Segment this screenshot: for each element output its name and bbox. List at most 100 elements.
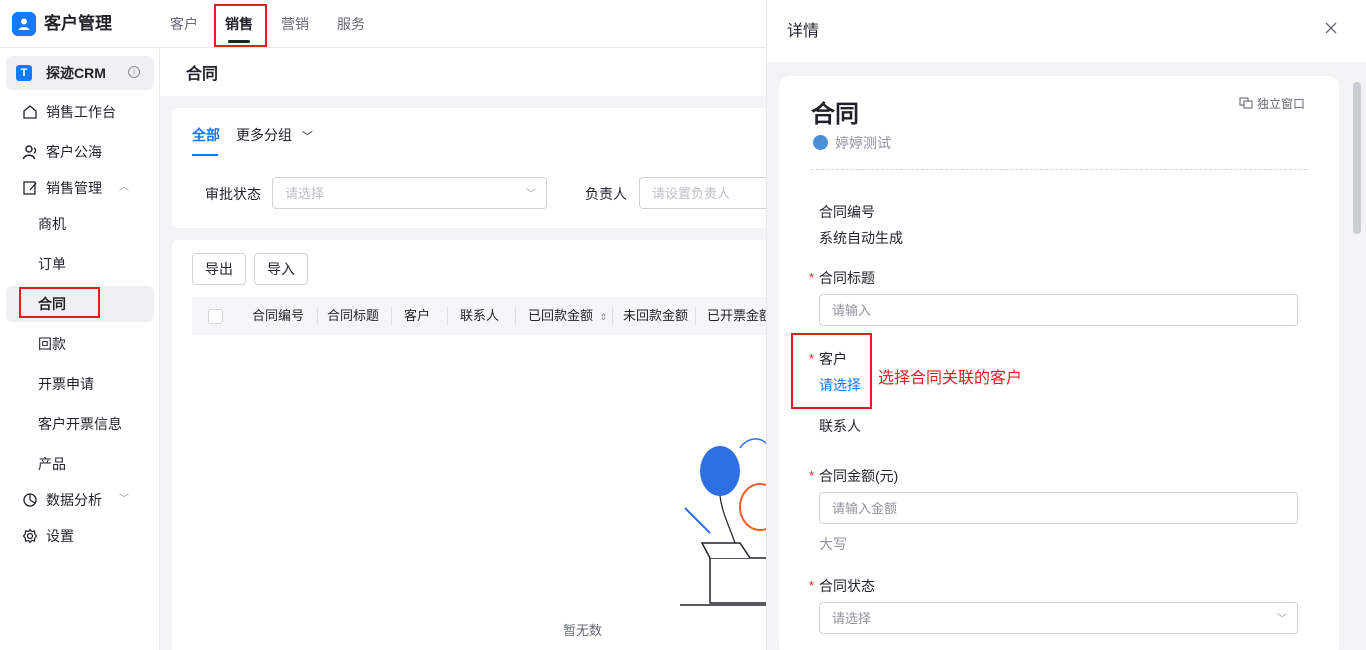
sort-icon[interactable]: ⇕ bbox=[600, 312, 608, 322]
drawer-scrollbar-thumb[interactable] bbox=[1353, 82, 1361, 234]
contract-status-label: 合同状态 bbox=[819, 578, 875, 594]
owner-avatar-icon bbox=[813, 135, 828, 150]
info-icon[interactable]: i bbox=[128, 66, 140, 78]
sidebar-item-customer-invoice-info[interactable]: 客户开票信息 bbox=[6, 406, 154, 442]
column-customer[interactable]: 客户 bbox=[404, 308, 430, 324]
column-divider bbox=[515, 307, 516, 325]
chevron-down-icon: ﹀ bbox=[119, 494, 129, 505]
sidebar-item-payments[interactable]: 回款 bbox=[6, 326, 154, 362]
highlight-box-contracts bbox=[19, 287, 100, 318]
owner-select[interactable]: 请设置负责人 bbox=[639, 177, 766, 209]
sidebar-item-invoice-request[interactable]: 开票申请 bbox=[6, 366, 154, 402]
sidebar-item-label: 开票申请 bbox=[38, 376, 94, 392]
drawer-header: 详情 bbox=[767, 0, 1366, 62]
approval-status-label: 审批状态 bbox=[205, 186, 261, 202]
export-button[interactable]: 导出 bbox=[192, 253, 246, 285]
approval-status-placeholder: 请选择 bbox=[285, 186, 325, 201]
sidebar-item-data-analysis[interactable]: 数据分析 ﹀ bbox=[0, 482, 160, 518]
record-type-title: 合同 bbox=[811, 101, 859, 128]
column-divider bbox=[695, 307, 696, 325]
page-title: 合同 bbox=[186, 66, 219, 83]
app-logo-icon bbox=[12, 12, 36, 36]
main-content: 合同 全部 更多分组 ﹀ 审批状态 请选择 ﹀ 负责人 请设置负责人 导出 导入… bbox=[160, 48, 766, 650]
user-icon bbox=[22, 145, 37, 160]
column-received-amount[interactable]: 已回款金额 ⇕ bbox=[528, 308, 607, 325]
detail-drawer: 详情 合同 婷婷测试 独立窗口 合同编号 系统自动生成 * 合同标题 请输入 *… bbox=[766, 0, 1366, 650]
contract-amount-placeholder: 请输入金额 bbox=[832, 501, 898, 516]
chart-icon bbox=[23, 493, 37, 507]
filter-panel: 全部 更多分组 ﹀ 审批状态 请选择 ﹀ 负责人 请设置负责人 bbox=[172, 108, 766, 228]
highlight-box-sales-tab bbox=[214, 4, 267, 47]
approval-status-select[interactable]: 请选择 ﹀ bbox=[272, 177, 547, 209]
column-contract-no[interactable]: 合同编号 bbox=[252, 308, 304, 324]
chevron-down-icon: ﹀ bbox=[1277, 614, 1287, 625]
contract-title-label: 合同标题 bbox=[819, 270, 875, 286]
sidebar-item-orders[interactable]: 订单 bbox=[6, 246, 154, 282]
sidebar-item-label: 订单 bbox=[38, 256, 66, 272]
tab-service[interactable]: 服务 bbox=[337, 14, 365, 34]
contract-title-input[interactable]: 请输入 bbox=[819, 294, 1298, 326]
column-contract-title[interactable]: 合同标题 bbox=[327, 308, 379, 324]
table-header: 合同编号 合同标题 客户 联系人 已回款金额 ⇕ 未回款金额 已开票金额 bbox=[192, 297, 766, 335]
contract-no-label: 合同编号 bbox=[819, 204, 875, 220]
contract-title-placeholder: 请输入 bbox=[832, 303, 872, 318]
chevron-up-icon: ︿ bbox=[119, 182, 129, 193]
column-label: 已回款金额 bbox=[528, 308, 594, 323]
column-divider bbox=[447, 307, 448, 325]
required-mark: * bbox=[809, 468, 815, 483]
column-invoiced-amount[interactable]: 已开票金额 bbox=[707, 308, 766, 324]
column-unreceived-amount[interactable]: 未回款金额 bbox=[623, 308, 688, 324]
sidebar-item-label: 销售管理 bbox=[46, 180, 102, 196]
sidebar-item-label: 销售工作台 bbox=[46, 104, 116, 120]
sidebar-item-label: 设置 bbox=[46, 528, 74, 544]
chevron-down-icon: ﹀ bbox=[301, 131, 313, 143]
highlight-box-customer-field bbox=[791, 333, 872, 409]
home-icon bbox=[23, 105, 37, 119]
contracts-table-panel: 导出 导入 合同编号 合同标题 客户 联系人 已回款金额 ⇕ 未回款金额 已开票… bbox=[172, 240, 766, 650]
sidebar-item-label: 产品 bbox=[38, 456, 66, 472]
sidebar-item-sales-management[interactable]: 销售管理 ︿ bbox=[0, 170, 160, 206]
header-divider bbox=[811, 169, 1307, 170]
required-mark: * bbox=[809, 578, 815, 593]
filter-tab-label: 更多分组 bbox=[236, 127, 292, 143]
close-icon[interactable] bbox=[1323, 20, 1339, 36]
page-header: 合同 bbox=[160, 48, 766, 96]
column-divider bbox=[391, 307, 392, 325]
sidebar: T 探迹CRM i 销售工作台 客户公海 销售管理 ︿ 商机 订单 合同 回款 … bbox=[0, 48, 160, 650]
owner-name: 婷婷测试 bbox=[835, 135, 891, 151]
sidebar-item-label: 回款 bbox=[38, 336, 66, 352]
owner-placeholder: 请设置负责人 bbox=[652, 186, 731, 201]
sidebar-item-label: 数据分析 bbox=[46, 492, 102, 508]
popout-window-button[interactable]: 独立窗口 bbox=[1257, 96, 1305, 112]
tab-marketing[interactable]: 营销 bbox=[281, 14, 309, 34]
contract-status-select[interactable]: 请选择 ﹀ bbox=[819, 602, 1298, 634]
filter-tab-more-groups[interactable]: 更多分组 ﹀ bbox=[236, 125, 313, 147]
empty-state-text: 暂无数 bbox=[563, 623, 603, 638]
edit-icon bbox=[23, 181, 37, 195]
popout-window-icon[interactable] bbox=[1239, 97, 1253, 109]
select-all-checkbox[interactable] bbox=[208, 309, 223, 324]
sidebar-item-settings[interactable]: 设置 bbox=[0, 518, 160, 554]
tab-customers[interactable]: 客户 bbox=[170, 14, 198, 34]
filter-tab-all[interactable]: 全部 bbox=[192, 125, 220, 145]
sidebar-item-sales-workbench[interactable]: 销售工作台 bbox=[0, 94, 160, 130]
contract-status-placeholder: 请选择 bbox=[832, 611, 872, 626]
column-contact[interactable]: 联系人 bbox=[460, 308, 499, 324]
contract-no-value: 系统自动生成 bbox=[819, 230, 903, 246]
crm-logo-icon: T bbox=[16, 65, 32, 81]
sidebar-item-opportunity[interactable]: 商机 bbox=[6, 206, 154, 242]
contact-label: 联系人 bbox=[819, 418, 861, 434]
app-title: 客户管理 bbox=[44, 14, 112, 33]
sidebar-item-label: 商机 bbox=[38, 216, 66, 232]
sidebar-item-products[interactable]: 产品 bbox=[6, 446, 154, 482]
customer-annotation: 选择合同关联的客户 bbox=[878, 370, 1023, 387]
owner-label: 负责人 bbox=[585, 186, 627, 202]
import-button[interactable]: 导入 bbox=[254, 253, 308, 285]
sidebar-item-customer-pool[interactable]: 客户公海 bbox=[0, 134, 160, 170]
drawer-title: 详情 bbox=[787, 23, 820, 40]
contract-amount-label: 合同金额(元) bbox=[819, 468, 899, 484]
gear-icon bbox=[22, 528, 38, 544]
sidebar-item-label: 客户开票信息 bbox=[38, 416, 122, 432]
required-mark: * bbox=[809, 270, 815, 285]
contract-amount-input[interactable]: 请输入金额 bbox=[819, 492, 1298, 524]
